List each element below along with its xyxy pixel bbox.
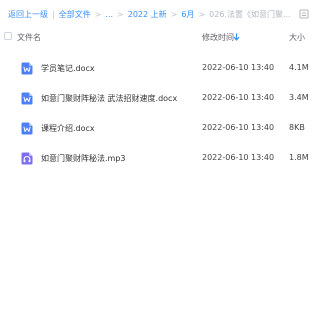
file-row[interactable]: 学员笔记.docx 2022-06-10 13:40 4.1M	[0, 53, 310, 83]
breadcrumb-separator: >	[94, 10, 102, 19]
file-size: 8KB	[289, 123, 305, 132]
file-row[interactable]: 如意门聚财阵秘法 武法招财速度.docx 2022-06-10 13:40 3.…	[0, 83, 310, 113]
select-all-checkbox[interactable]	[4, 32, 12, 40]
breadcrumb-folder-june-link[interactable]: 6月	[181, 9, 194, 21]
file-modified-time: 2022-06-10 13:40	[202, 123, 275, 132]
sort-descending-icon[interactable]	[233, 33, 240, 41]
file-row[interactable]: 课程介绍.docx 2022-06-10 13:40 8KB	[0, 113, 310, 143]
file-name[interactable]: 学员笔记.docx	[41, 63, 95, 74]
breadcrumb-current-folder: 026.法置《如意门聚...	[209, 10, 291, 19]
breadcrumb-separator: >	[117, 10, 124, 19]
view-toggle-icon[interactable]	[299, 8, 309, 20]
file-size: 1.8M	[289, 153, 309, 162]
audio-file-icon	[21, 152, 33, 165]
breadcrumb: 返回上一级 | 全部文件 > ... > 2022 上新 > 6月 > 026.…	[8, 9, 291, 21]
breadcrumb-all-files-link[interactable]: 全部文件	[59, 9, 91, 21]
file-size: 3.4M	[289, 93, 309, 102]
breadcrumb-separator: >	[170, 10, 178, 19]
breadcrumb-separator: |	[52, 10, 55, 19]
file-row[interactable]: 如意门聚财阵秘法.mp3 2022-06-10 13:40 1.8M	[0, 143, 310, 173]
word-doc-icon	[21, 92, 33, 105]
breadcrumb-back-link[interactable]: 返回上一级	[8, 9, 48, 21]
word-doc-icon	[21, 62, 33, 75]
file-name[interactable]: 如意门聚财阵秘法 武法招财速度.docx	[41, 93, 177, 104]
file-name[interactable]: 课程介绍.docx	[41, 123, 95, 134]
file-name[interactable]: 如意门聚财阵秘法.mp3	[41, 153, 126, 164]
file-modified-time: 2022-06-10 13:40	[202, 153, 275, 162]
column-header-modified[interactable]: 修改时间	[202, 32, 234, 43]
file-size: 4.1M	[289, 63, 309, 72]
file-modified-time: 2022-06-10 13:40	[202, 63, 275, 72]
file-modified-time: 2022-06-10 13:40	[202, 93, 275, 102]
column-header-size[interactable]: 大小	[289, 32, 305, 43]
word-doc-icon	[21, 122, 33, 135]
breadcrumb-ellipsis-link[interactable]: ...	[105, 9, 113, 21]
file-browser: 返回上一级 | 全部文件 > ... > 2022 上新 > 6月 > 026.…	[0, 0, 310, 329]
breadcrumb-separator: >	[198, 10, 206, 19]
file-list-header: 文件名 修改时间 大小	[0, 28, 310, 48]
breadcrumb-folder-2022-link[interactable]: 2022 上新	[128, 9, 167, 21]
column-header-name[interactable]: 文件名	[17, 32, 41, 43]
